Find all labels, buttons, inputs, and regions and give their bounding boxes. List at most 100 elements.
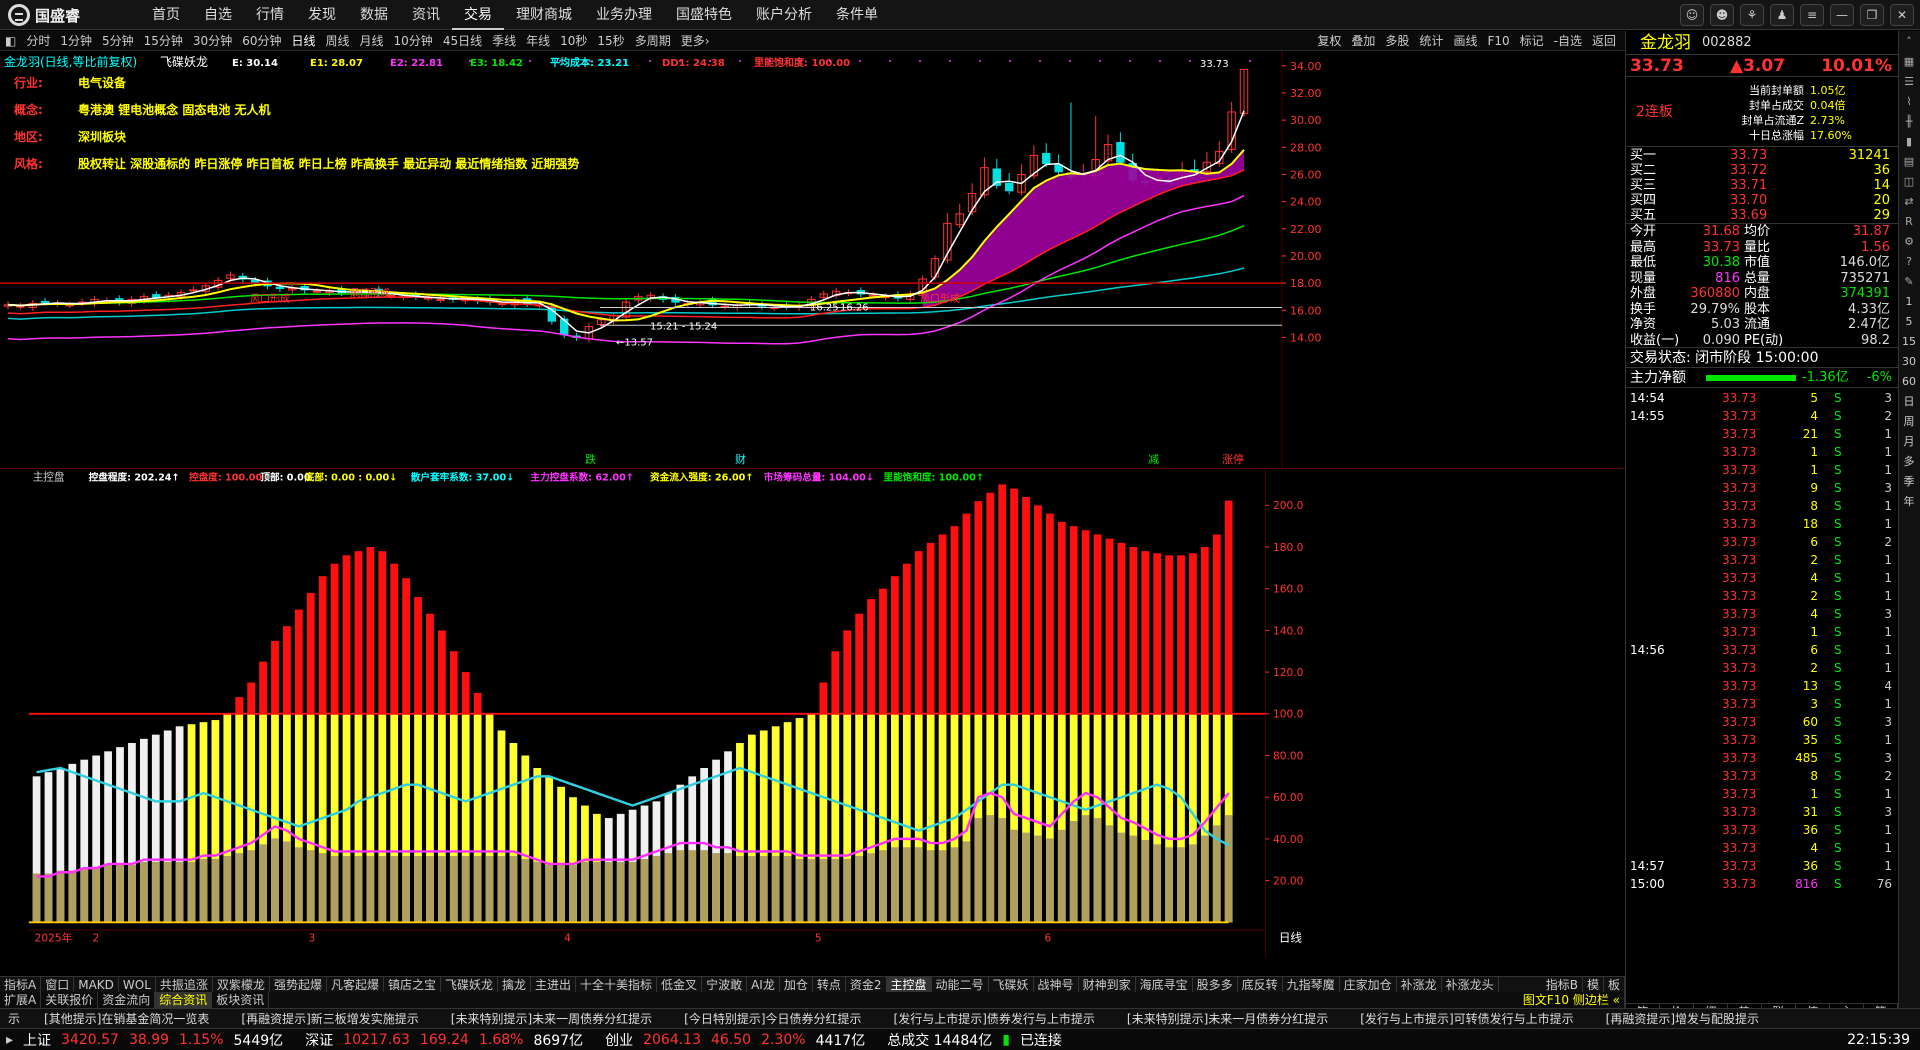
chart-tool-6[interactable]: 标记 (1515, 31, 1549, 51)
period-shortcut-8[interactable]: 多 (1899, 453, 1919, 471)
net-flow-row[interactable]: 主力净额 -1.36亿 -6% (1626, 368, 1898, 388)
candle-body[interactable] (436, 298, 445, 301)
indicator-tab-22[interactable]: 战神号 (1034, 977, 1079, 992)
candle-body[interactable] (1004, 182, 1014, 192)
menu-item-3[interactable]: 发现 (296, 0, 348, 30)
timeframe-1[interactable]: 1分钟 (55, 31, 97, 51)
candle-body[interactable] (1042, 152, 1051, 165)
indicator-tab-5[interactable]: 双紫檬龙 (213, 977, 270, 992)
index-name[interactable]: 创业 (605, 1030, 643, 1050)
sub-tab-0[interactable]: 扩展A (0, 992, 42, 1008)
chart-tool-2[interactable]: 多股 (1380, 31, 1414, 51)
timeframe-7[interactable]: 周线 (321, 31, 355, 51)
timeframe-6[interactable]: 日线 (286, 31, 320, 51)
indicator-tab-1[interactable]: 窗口 (41, 977, 75, 992)
indicator-tab-9[interactable]: 飞碟妖龙 (441, 977, 498, 992)
news-item-6[interactable]: [发行与上市提示]可转债发行与上市提示 (1344, 1009, 1589, 1028)
menu-item-6[interactable]: 交易 (452, 0, 504, 30)
indicator-tab-19[interactable]: 主控盘 (886, 977, 932, 992)
timeframe-5[interactable]: 60分钟 (237, 31, 286, 51)
candle-body[interactable] (189, 289, 198, 292)
chart-tool-7[interactable]: -自选 (1549, 31, 1587, 51)
menu-item-8[interactable]: 业务办理 (584, 0, 664, 30)
indicator-tab-3[interactable]: WOL (119, 977, 156, 992)
shirt-icon[interactable]: ♟ (1770, 4, 1794, 26)
indicator-tab-right-1[interactable]: 模 (1583, 977, 1604, 992)
timeframe-10[interactable]: 45日线 (438, 31, 487, 51)
period-shortcut-9[interactable]: 季 (1899, 473, 1919, 491)
orderbook-row[interactable]: 买一 33.73 31241 (1626, 148, 1898, 163)
list-icon[interactable]: ☰ (1899, 73, 1919, 91)
indicator-tab-26[interactable]: 底反转 (1238, 977, 1283, 992)
help-icon[interactable]: ? (1899, 253, 1919, 271)
candle-body[interactable] (559, 318, 569, 336)
timeframe-0[interactable]: 分时 (21, 31, 55, 51)
period-shortcut-0[interactable]: 1 (1899, 293, 1919, 311)
minimize-icon[interactable]: — (1830, 4, 1854, 26)
index-name[interactable]: 深证 (305, 1030, 343, 1050)
chart-icon[interactable]: ⌇ (1899, 93, 1919, 111)
timeframe-3[interactable]: 15分钟 (139, 31, 188, 51)
oscillator-chart[interactable]: 主控盘 控盘程度: 202.24↑ 控盘度: 100.00顶部: 0.00底部: 0… (0, 469, 1625, 958)
indicator-tab-right-0[interactable]: 指标B (1542, 977, 1583, 992)
period-shortcut-7[interactable]: 月 (1899, 433, 1919, 451)
layers-icon[interactable]: ◫ (1899, 173, 1919, 191)
user-icon[interactable]: ☻ (1710, 4, 1734, 26)
candle-icon[interactable]: ╫ (1899, 113, 1919, 131)
orderbook-row[interactable]: 买五 33.69 29 (1626, 208, 1898, 223)
indicator-tab-4[interactable]: 共振追涨 (156, 977, 213, 992)
news-item-7[interactable]: [再融资提示]增发与配股提示 (1590, 1009, 1775, 1028)
sub-tab-1[interactable]: 关联报价 (41, 992, 99, 1008)
indicator-tab-16[interactable]: 加仓 (780, 977, 813, 992)
close-icon[interactable]: ✕ (1890, 4, 1914, 26)
kline-chart[interactable]: 34.00 32.00 30.00 28.00 26.00 24.00 22.00 20.00… (0, 51, 1625, 469)
period-shortcut-2[interactable]: 15 (1899, 333, 1919, 351)
indicator-tab-10[interactable]: 擒龙 (498, 977, 532, 992)
indicator-tab-23[interactable]: 财神到家 (1079, 977, 1136, 992)
indicator-tab-0[interactable]: 指标A (0, 977, 42, 992)
news-item-2[interactable]: [未来特别提示]未来一周债券分红提示 (435, 1009, 668, 1028)
candle-body[interactable] (312, 290, 322, 293)
menu-item-2[interactable]: 行情 (244, 0, 296, 30)
indicator-tab-29[interactable]: 补涨龙 (1397, 977, 1442, 992)
indicator-tab-25[interactable]: 股多多 (1193, 977, 1238, 992)
indicator-tab-18[interactable]: 资金2 (846, 977, 887, 992)
menu-item-11[interactable]: 条件单 (824, 0, 890, 30)
menu-item-4[interactable]: 数据 (348, 0, 400, 30)
bar-icon[interactable]: ▮ (1899, 133, 1919, 151)
candle-body[interactable] (275, 286, 285, 290)
indicator-tab-13[interactable]: 低金叉 (657, 977, 703, 992)
settings-icon[interactable]: ⚙ (1899, 233, 1919, 251)
indicator-tab-21[interactable]: 飞碟妖 (989, 977, 1034, 992)
timeframe-2[interactable]: 5分钟 (97, 31, 139, 51)
indicator-tab-28[interactable]: 庄家加仓 (1340, 977, 1397, 992)
table-icon[interactable]: ▤ (1899, 153, 1919, 171)
restore-icon[interactable]: ❐ (1860, 4, 1884, 26)
timeframe-15[interactable]: 多周期 (630, 31, 676, 51)
period-shortcut-6[interactable]: 周 (1899, 413, 1919, 431)
news-item-4[interactable]: [发行与上市提示]债券发行与上市提示 (878, 1009, 1111, 1028)
period-shortcut-4[interactable]: 60 (1899, 373, 1919, 391)
logo-icon[interactable]: ⚘ (1740, 4, 1764, 26)
menu-item-0[interactable]: 首页 (140, 0, 192, 30)
index-name[interactable]: 上证 (23, 1030, 61, 1050)
indicator-tab-14[interactable]: 宁波敢 (702, 977, 748, 992)
indicator-tab-2[interactable]: MAKD (74, 977, 119, 992)
candle-body[interactable] (720, 305, 730, 308)
app-logo[interactable]: 国盛睿 (8, 4, 80, 26)
indicator-tab-17[interactable]: 转点 (813, 977, 846, 992)
candle-body[interactable] (40, 300, 50, 303)
period-shortcut-3[interactable]: 30 (1899, 353, 1919, 371)
orderbook-row[interactable]: 买三 33.71 14 (1626, 178, 1898, 193)
grid-icon[interactable]: ▦ (1899, 53, 1919, 71)
rsi-icon[interactable]: R (1899, 213, 1919, 231)
menu-icon[interactable]: ≡ (1800, 4, 1824, 26)
news-item-5[interactable]: [未来特别提示]未来一月债券分红提示 (1111, 1009, 1344, 1028)
timeframe-8[interactable]: 月线 (355, 31, 389, 51)
tick-list[interactable]: 14:54 33.73 5 S 3 14:55 33.73 4 S 2 33.73 21 S 1 33.73… (1626, 389, 1898, 1001)
indicator-tab-12[interactable]: 十全十美指标 (576, 977, 658, 992)
sub-tab-2[interactable]: 资金流向 (98, 992, 156, 1008)
compare-icon[interactable]: ⇄ (1899, 193, 1919, 211)
orderbook-row[interactable]: 买二 33.72 36 (1626, 163, 1898, 178)
timeframe-14[interactable]: 15秒 (592, 31, 629, 51)
